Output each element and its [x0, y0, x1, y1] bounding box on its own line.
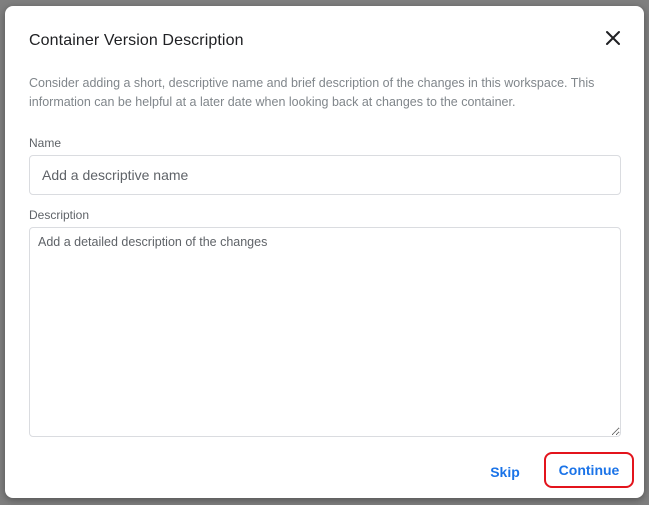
skip-button[interactable]: Skip: [479, 457, 531, 487]
description-textarea[interactable]: [29, 227, 621, 437]
close-icon: [606, 31, 620, 45]
description-label: Description: [29, 208, 90, 222]
container-version-dialog: Container Version Description Consider a…: [5, 6, 644, 498]
name-label: Name: [29, 136, 62, 150]
continue-button[interactable]: Continue: [544, 452, 634, 488]
dialog-intro-text: Consider adding a short, descriptive nam…: [29, 76, 595, 109]
name-input[interactable]: [29, 155, 621, 195]
close-button[interactable]: [599, 24, 627, 52]
dialog-title: Container Version Description: [29, 32, 244, 49]
